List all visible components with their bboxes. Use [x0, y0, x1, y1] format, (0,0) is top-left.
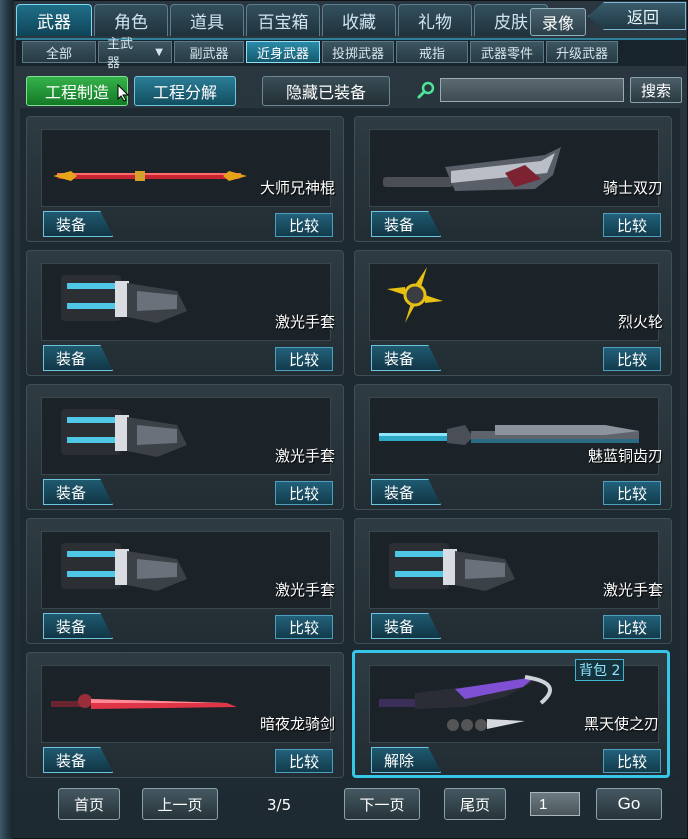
- item-card[interactable]: 大师兄神棍 装备 比较: [26, 116, 344, 242]
- video-button[interactable]: 录像: [530, 8, 586, 36]
- hide-equipped-button[interactable]: 隐藏已装备: [262, 76, 390, 106]
- subtab-throwing[interactable]: 投掷武器: [322, 41, 394, 63]
- chevron-down-icon: ▼: [155, 46, 163, 58]
- item-card[interactable]: 暗夜龙骑剑 装备 比较: [26, 652, 344, 778]
- subtab-melee[interactable]: 近身武器: [246, 41, 320, 63]
- first-page-button[interactable]: 首页: [58, 788, 120, 820]
- compare-button[interactable]: 比较: [603, 481, 661, 505]
- item-name: 魅蓝铜齿刃: [587, 447, 663, 465]
- mouse-cursor-icon: [117, 84, 129, 102]
- subtab-upgrade[interactable]: 升级武器: [546, 41, 618, 63]
- compare-button[interactable]: 比较: [275, 481, 333, 505]
- page-indicator: 3/5: [267, 796, 292, 814]
- item-card[interactable]: 激光手套 装备 比较: [354, 518, 672, 644]
- subtab-all[interactable]: 全部: [22, 41, 96, 63]
- item-card-selected[interactable]: 背包 2 黑天使之刃 解除 比较: [352, 650, 670, 778]
- item-card[interactable]: 烈火轮 装备 比较: [354, 250, 672, 376]
- item-card[interactable]: 激光手套 装备 比较: [26, 250, 344, 376]
- item-card[interactable]: 激光手套 装备 比较: [26, 518, 344, 644]
- item-card[interactable]: 魅蓝铜齿刃 装备 比较: [354, 384, 672, 510]
- subtab-ring[interactable]: 戒指: [396, 41, 468, 63]
- item-name: 激光手套: [274, 581, 335, 599]
- prev-page-button[interactable]: 上一页: [142, 788, 218, 820]
- go-button[interactable]: Go: [596, 788, 662, 820]
- compare-button[interactable]: 比较: [603, 615, 661, 639]
- item-card[interactable]: 骑士双刃 装备 比较: [354, 116, 672, 242]
- compare-button[interactable]: 比较: [603, 213, 661, 237]
- tab-items[interactable]: 道具: [170, 4, 244, 36]
- item-name: 激光手套: [274, 313, 335, 331]
- item-name: 激光手套: [274, 447, 335, 465]
- item-name: 大师兄神棍: [259, 179, 335, 197]
- tab-treasure-box[interactable]: 百宝箱: [246, 4, 320, 36]
- next-page-button[interactable]: 下一页: [344, 788, 420, 820]
- subtab-primary-label: 主武器: [107, 37, 134, 71]
- subtab-secondary[interactable]: 副武器: [174, 41, 244, 63]
- backpack-badge: 背包 2: [575, 659, 625, 681]
- item-name: 黑天使之刃: [583, 715, 659, 733]
- item-name: 暗夜龙骑剑: [259, 715, 335, 733]
- compare-button[interactable]: 比较: [275, 615, 333, 639]
- search-button[interactable]: 搜索: [630, 77, 682, 103]
- top-tab-bar: 武器 角色 道具 百宝箱 收藏 礼物 皮肤: [16, 4, 548, 38]
- item-name: 烈火轮: [617, 313, 663, 331]
- tab-weapons[interactable]: 武器: [16, 4, 92, 36]
- craft-button[interactable]: 工程制造: [26, 76, 128, 106]
- last-page-button[interactable]: 尾页: [444, 788, 506, 820]
- item-name: 激光手套: [602, 581, 663, 599]
- item-name: 骑士双刃: [602, 179, 663, 197]
- compare-button[interactable]: 比较: [603, 347, 661, 371]
- tab-favorites[interactable]: 收藏: [322, 4, 396, 36]
- back-button[interactable]: 返回: [588, 2, 686, 30]
- tab-characters[interactable]: 角色: [94, 4, 168, 36]
- compare-button[interactable]: 比较: [275, 347, 333, 371]
- tab-gifts[interactable]: 礼物: [398, 4, 472, 36]
- search-icon[interactable]: [416, 80, 436, 100]
- page-jump-input[interactable]: [530, 792, 580, 816]
- subtab-parts[interactable]: 武器零件: [470, 41, 544, 63]
- item-grid: 大师兄神棍 装备 比较 骑士双刃 装备 比较 激光手套 装备 比较 烈火轮 装备…: [20, 108, 680, 780]
- compare-button[interactable]: 比较: [275, 213, 333, 237]
- left-edge-decoration: [0, 0, 14, 839]
- compare-button[interactable]: 比较: [603, 749, 661, 773]
- item-card[interactable]: 激光手套 装备 比较: [26, 384, 344, 510]
- subtab-primary[interactable]: 主武器 ▼: [98, 37, 172, 71]
- weapon-category-tabs: 全部 主武器 ▼ 副武器 近身武器 投掷武器 戒指 武器零件 升级武器: [22, 37, 618, 71]
- search-input[interactable]: [440, 78, 624, 102]
- compare-button[interactable]: 比较: [275, 749, 333, 773]
- disassemble-button[interactable]: 工程分解: [134, 76, 236, 106]
